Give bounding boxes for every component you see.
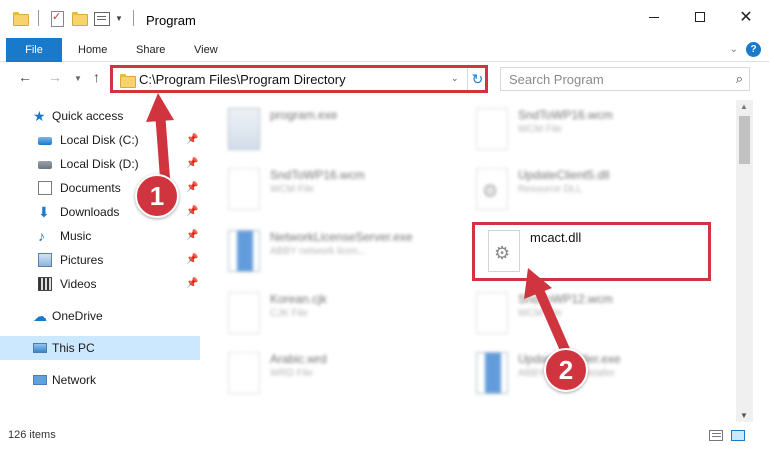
callout-arrows — [146, 93, 571, 357]
step2-arrow — [524, 268, 571, 357]
step1-badge: 1 — [135, 174, 179, 218]
step2-badge: 2 — [544, 348, 588, 392]
step1-arrow — [146, 93, 174, 183]
